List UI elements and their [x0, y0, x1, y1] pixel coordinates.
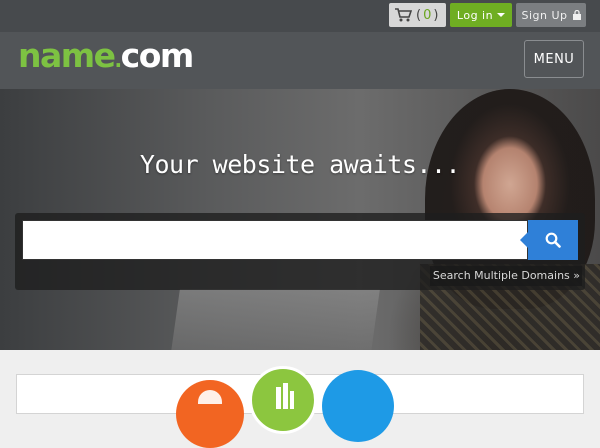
building-icon — [276, 383, 294, 409]
shopping-cart-icon — [395, 8, 412, 22]
logo-com: com — [120, 36, 195, 75]
hero-photo-laptop — [170, 289, 380, 350]
domain-search-input[interactable] — [22, 220, 528, 260]
signup-label: Sign Up — [521, 8, 568, 22]
lock-icon — [572, 10, 581, 20]
search-icon — [545, 232, 561, 248]
feature-email-icon[interactable] — [322, 370, 394, 442]
search-multiple-domains-link[interactable]: Search Multiple Domains » — [430, 266, 582, 286]
search-button[interactable] — [520, 220, 578, 260]
feature-building-icon[interactable] — [249, 366, 317, 434]
menu-label: MENU — [533, 51, 575, 67]
feature-hosting-icon[interactable] — [176, 380, 244, 448]
cart-count: 0 — [423, 7, 432, 23]
login-button[interactable]: Log in — [450, 3, 512, 27]
caret-down-icon — [497, 13, 506, 17]
cart-open-paren: ( — [416, 7, 422, 23]
cart-close-paren: ) — [433, 7, 439, 23]
menu-button[interactable]: MENU — [524, 40, 584, 78]
logo-name: name — [18, 36, 116, 75]
hero-headline: Your website awaits... — [139, 150, 461, 179]
login-label: Log in — [456, 8, 494, 22]
signup-button[interactable]: Sign Up — [516, 3, 586, 27]
site-logo[interactable]: name.com — [18, 36, 195, 75]
cart-button[interactable]: ( 0 ) — [389, 3, 446, 27]
